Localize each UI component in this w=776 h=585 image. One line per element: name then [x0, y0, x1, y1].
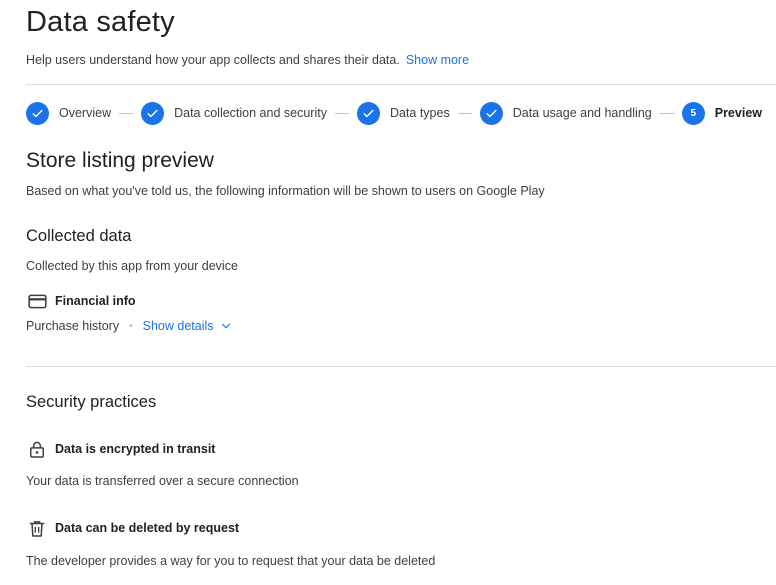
- page-subtitle: Help users understand how your app colle…: [26, 53, 469, 67]
- collected-data-description: Collected by this app from your device: [26, 259, 238, 273]
- security-item-encrypted: Data is encrypted in transit: [26, 438, 215, 460]
- check-icon: [26, 101, 49, 125]
- data-types-row: Purchase history • Show details: [26, 319, 232, 333]
- preview-heading: Store listing preview: [26, 149, 214, 172]
- step-connector: [457, 112, 472, 114]
- step-label: Data usage and handling: [512, 106, 652, 120]
- trash-icon: [26, 517, 48, 539]
- security-item-description: The developer provides a way for you to …: [26, 554, 436, 568]
- data-types-text: Purchase history: [26, 319, 120, 333]
- header-divider: [26, 84, 776, 85]
- stepper: Overview Data collection and security Da…: [26, 100, 762, 126]
- step-label: Overview: [59, 106, 112, 120]
- step-connector: [119, 112, 134, 114]
- separator-dot: •: [129, 320, 133, 332]
- subtitle-text: Help users understand how your app colle…: [26, 53, 400, 67]
- security-item-description: Your data is transferred over a secure c…: [26, 474, 299, 488]
- step-label: Preview: [714, 106, 762, 120]
- section-divider: [26, 366, 776, 367]
- step-connector: [334, 112, 349, 114]
- step-label: Data collection and security: [174, 106, 327, 120]
- security-item-label: Data can be deleted by request: [55, 521, 240, 535]
- security-item-deletable: Data can be deleted by request: [26, 517, 239, 539]
- check-icon: [141, 101, 165, 125]
- data-category-financial-info: Financial info: [26, 290, 136, 312]
- step-overview[interactable]: Overview: [26, 101, 112, 125]
- step-data-usage-and-handling[interactable]: Data usage and handling: [479, 101, 652, 125]
- collected-data-heading: Collected data: [26, 227, 132, 245]
- show-details-button[interactable]: Show details: [143, 319, 232, 333]
- check-icon: [356, 101, 380, 125]
- security-item-label: Data is encrypted in transit: [55, 442, 216, 456]
- credit-card-icon: [26, 290, 48, 312]
- step-label: Data types: [389, 106, 450, 120]
- step-data-types[interactable]: Data types: [356, 101, 450, 125]
- preview-description: Based on what you've told us, the follow…: [26, 184, 545, 198]
- step-preview[interactable]: 5 Preview: [681, 101, 762, 125]
- check-icon: [479, 101, 503, 125]
- show-more-link[interactable]: Show more: [406, 53, 469, 67]
- page-title: Data safety: [26, 6, 175, 38]
- data-category-label: Financial info: [55, 294, 136, 308]
- show-details-label: Show details: [142, 319, 214, 333]
- step-number-badge: 5: [681, 101, 705, 125]
- step-connector: [659, 112, 674, 114]
- chevron-down-icon: [220, 320, 232, 332]
- lock-icon: [26, 438, 48, 460]
- security-practices-heading: Security practices: [26, 393, 157, 411]
- step-data-collection-and-security[interactable]: Data collection and security: [141, 101, 327, 125]
